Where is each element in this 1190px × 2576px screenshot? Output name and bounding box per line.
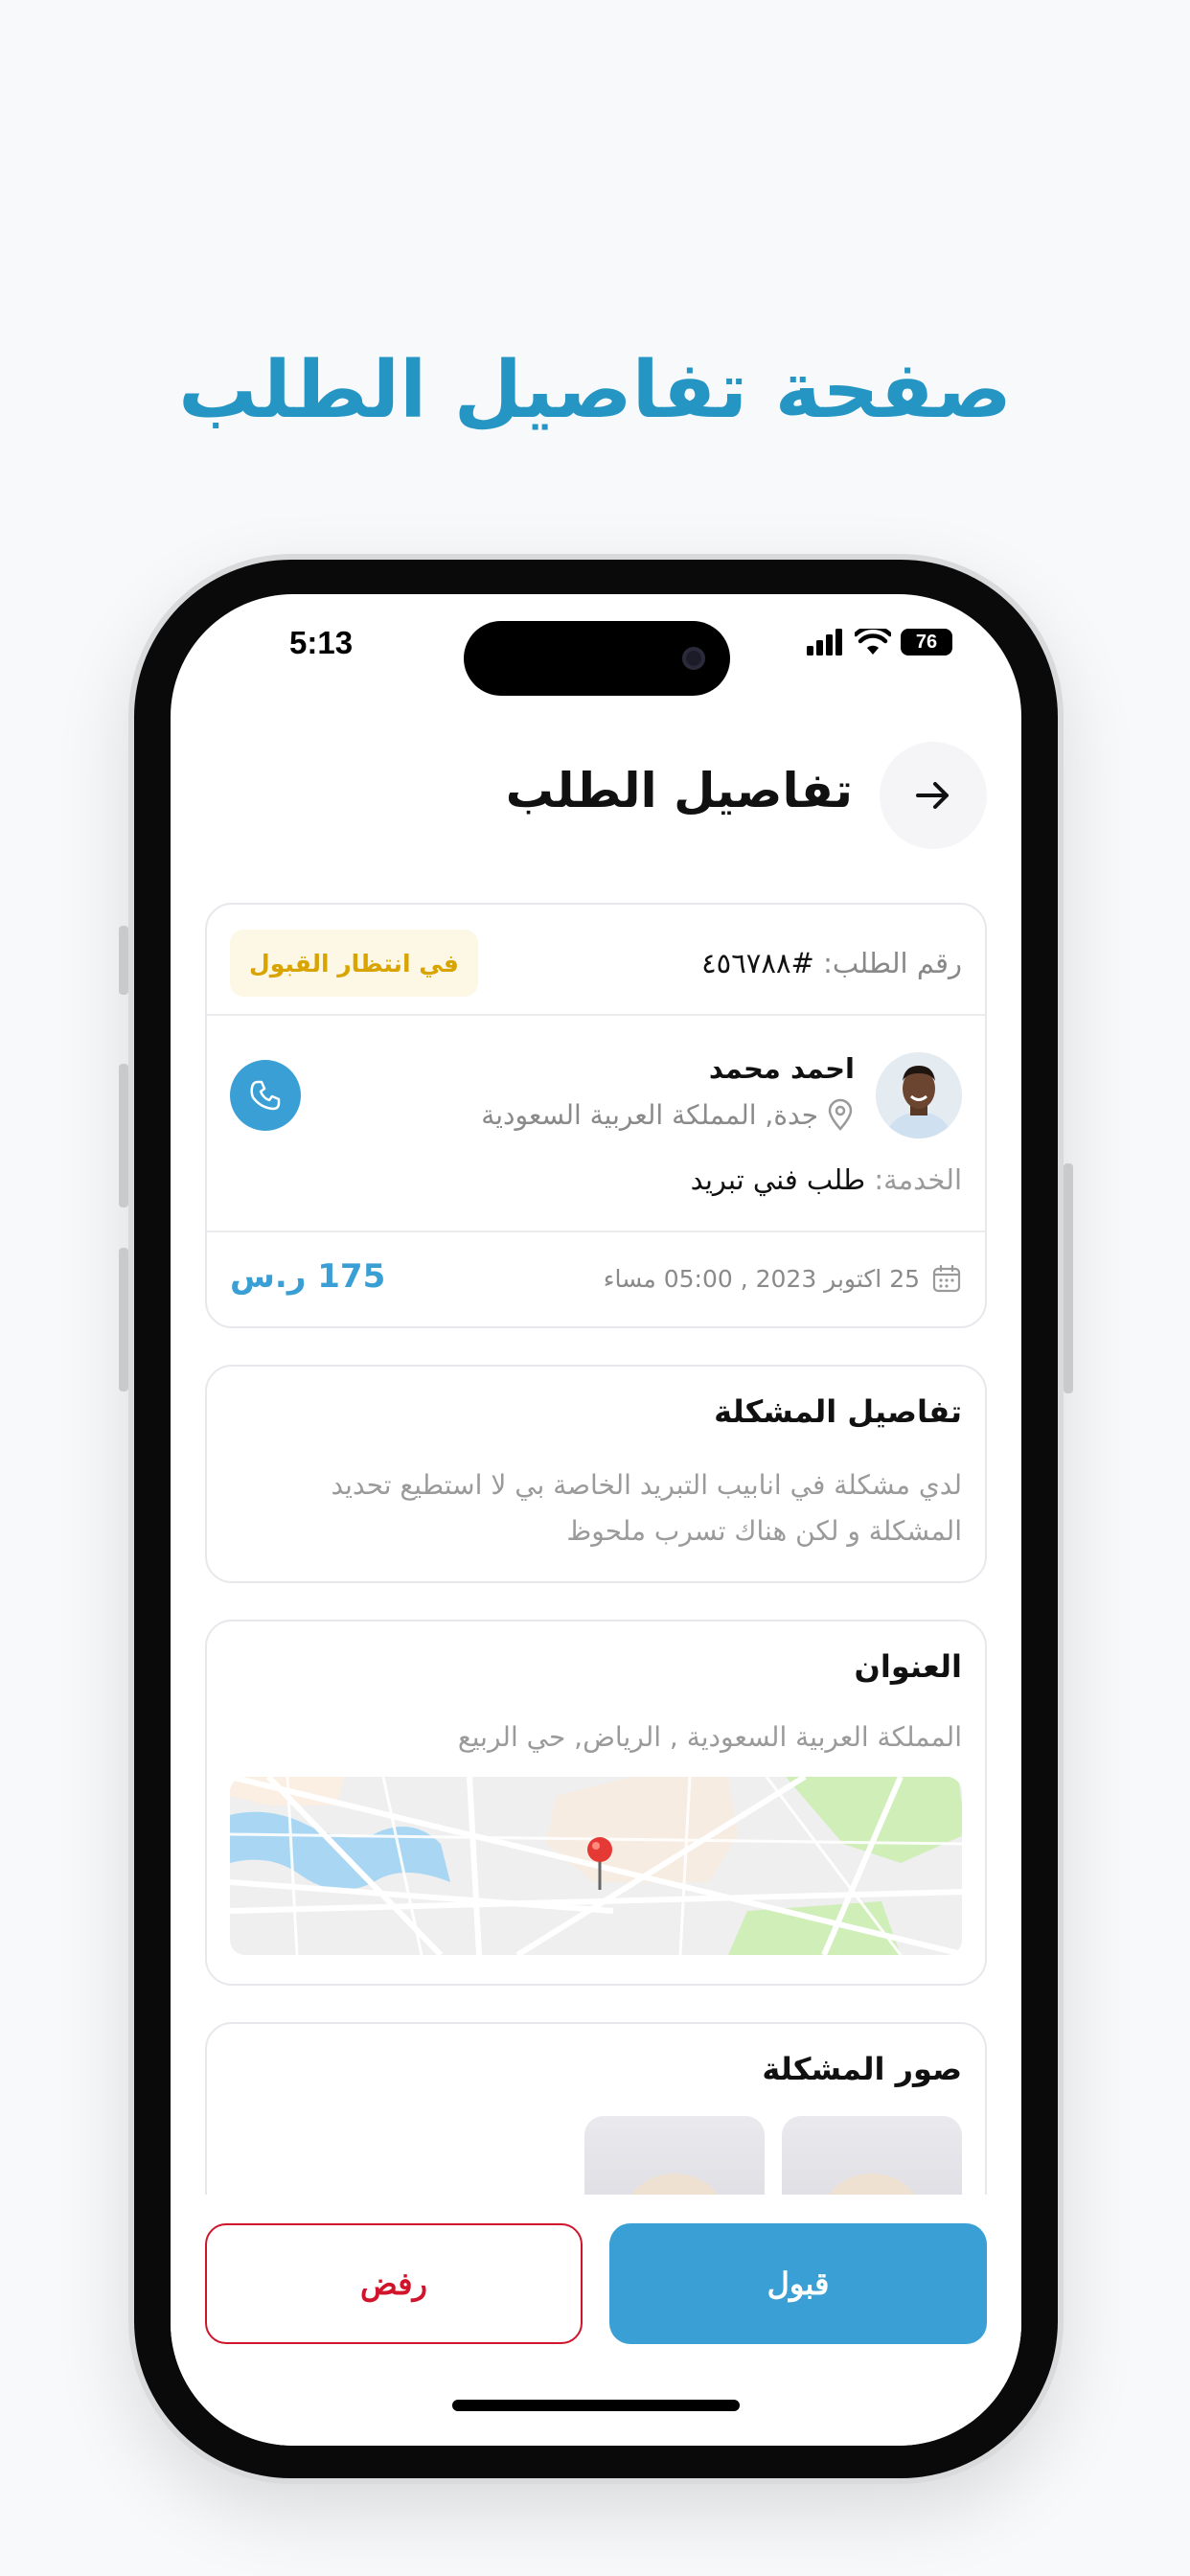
customer-location: جدة, المملكة العربية السعودية — [481, 1098, 855, 1131]
order-price: 175 ر.س — [230, 1257, 386, 1296]
order-number: رقم الطلب: #٤٥٦٧٨٨ — [701, 947, 962, 979]
volume-up-button — [119, 1064, 128, 1208]
avatar — [876, 1052, 962, 1138]
order-number-value: #٤٥٦٧٨٨ — [701, 947, 814, 979]
wifi-icon — [855, 629, 891, 655]
phone-screen: 5:13 76 تفاصيل الطلب رقم الطلب: #٤٥٦٧٨٨ … — [171, 594, 1021, 2446]
address-card: العنوان المملكة العربية السعودية , الريا… — [205, 1620, 987, 1986]
images-title: صور المشكلة — [762, 2051, 962, 2087]
reject-button[interactable]: رفض — [205, 2223, 583, 2344]
problem-description: لدي مشكلة في انابيب التبريد الخاصة بي لا… — [331, 1469, 962, 1547]
service: الخدمة: طلب فني تبريد — [691, 1163, 962, 1196]
hero-title: صفحة تفاصيل الطلب — [178, 345, 1012, 436]
divider — [207, 1014, 985, 1016]
address-title: العنوان — [854, 1648, 962, 1685]
problem-details-card: تفاصيل المشكلة لدي مشكلة في انابيب التبر… — [205, 1365, 987, 1583]
status-time: 5:13 — [289, 625, 354, 660]
address-text: المملكة العربية السعودية , الرياض, حي ال… — [457, 1721, 962, 1753]
location-pin-icon — [828, 1098, 853, 1131]
map-image — [230, 1777, 962, 1955]
battery-icon: 76 — [901, 629, 952, 656]
arrow-right-icon — [916, 782, 949, 809]
order-number-label: رقم الطلب: — [823, 947, 962, 979]
avatar-image — [876, 1052, 962, 1138]
accept-button[interactable]: قبول — [609, 2223, 987, 2344]
location-map[interactable] — [230, 1777, 962, 1955]
mute-switch — [119, 926, 128, 995]
problem-title: تفاصيل المشكلة — [714, 1393, 962, 1430]
status-icons: 76 — [807, 625, 952, 659]
phone-icon — [250, 1080, 281, 1111]
order-summary-card: رقم الطلب: #٤٥٦٧٨٨ في انتظار القبول احمد… — [205, 903, 987, 1328]
camera-icon — [682, 647, 705, 670]
status-badge: في انتظار القبول — [230, 930, 478, 997]
calendar-icon — [932, 1264, 961, 1293]
back-button[interactable] — [880, 742, 987, 849]
divider — [207, 1230, 985, 1232]
home-indicator[interactable] — [452, 2400, 740, 2411]
customer-name: احمد محمد — [708, 1052, 855, 1085]
page-title: تفاصيل الطلب — [505, 763, 853, 818]
order-datetime: 25 اكتوبر 2023 , 05:00 مساء — [604, 1263, 962, 1294]
signal-icon — [807, 629, 842, 656]
call-button[interactable] — [230, 1060, 301, 1131]
dynamic-island — [464, 621, 730, 696]
power-button — [1064, 1163, 1073, 1393]
volume-down-button — [119, 1248, 128, 1392]
bottom-action-bar: قبول رفض — [171, 2195, 1021, 2446]
order-datetime-text: 25 اكتوبر 2023 , 05:00 مساء — [603, 1264, 920, 1293]
service-label: الخدمة: — [874, 1163, 962, 1196]
service-value: طلب فني تبريد — [690, 1163, 866, 1196]
customer-location-text: جدة, المملكة العربية السعودية — [481, 1098, 818, 1131]
